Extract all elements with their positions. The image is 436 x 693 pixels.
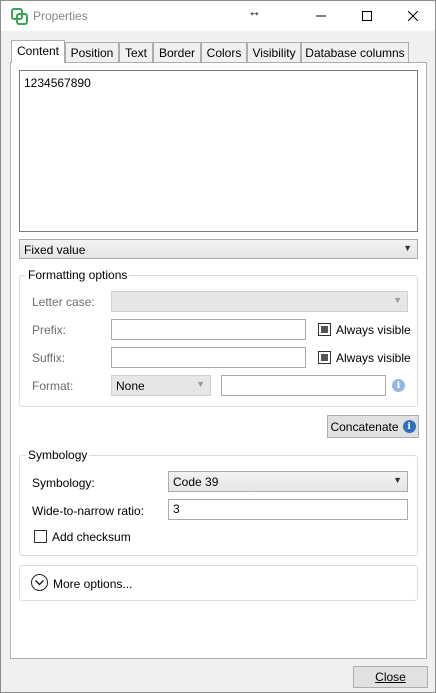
window-title: Properties	[33, 9, 88, 23]
formatting-options-title: Formatting options	[26, 268, 130, 282]
tab-database-columns[interactable]: Database columns	[301, 42, 409, 62]
concatenate-label: Concatenate	[330, 419, 399, 434]
format-label: Format:	[32, 379, 74, 393]
suffix-label: Suffix:	[32, 351, 66, 365]
format-select[interactable]: None ▼	[111, 375, 211, 396]
format-text-input[interactable]	[221, 375, 386, 396]
tab-visibility[interactable]: Visibility	[247, 42, 301, 62]
chevron-down-circle-icon	[31, 574, 48, 591]
prefix-always-visible-label: Always visible	[336, 323, 411, 337]
tab-border[interactable]: Border	[153, 42, 201, 62]
title-bar[interactable]: Properties ↔	[1, 1, 435, 31]
close-icon	[408, 11, 418, 21]
symbology-label: Symbology:	[32, 476, 95, 490]
prefix-input[interactable]	[111, 319, 306, 340]
add-checksum-label: Add checksum	[52, 530, 131, 544]
ratio-label: Wide-to-narrow ratio:	[32, 504, 145, 518]
close-button[interactable]: Close	[353, 666, 428, 688]
symbology-group: Symbology Symbology: Code 39 ▼ Wide-to-n…	[19, 448, 418, 556]
suffix-input[interactable]	[111, 347, 306, 368]
suffix-always-visible-label: Always visible	[336, 351, 411, 365]
concatenate-button[interactable]: Concatenate i	[327, 415, 419, 438]
more-options-panel[interactable]: More options...	[19, 565, 418, 601]
tab-colors[interactable]: Colors	[201, 42, 247, 62]
minimize-icon	[316, 15, 326, 17]
app-logo-icon	[11, 8, 28, 25]
prefix-always-visible-checkbox[interactable]	[318, 323, 331, 336]
close-button-label: Close	[375, 670, 406, 684]
maximize-button[interactable]	[344, 1, 390, 31]
formatting-options-group: Formatting options Letter case: ▼ Prefix…	[19, 268, 418, 407]
resize-cursor-icon: ↔	[248, 4, 261, 19]
symbology-value: Code 39	[173, 475, 219, 489]
letter-case-label: Letter case:	[32, 295, 95, 309]
chevron-down-icon: ▼	[393, 475, 402, 485]
symbology-title: Symbology	[26, 448, 90, 462]
content-source-select[interactable]: Fixed value ▼	[19, 239, 418, 259]
tab-position[interactable]: Position	[65, 42, 119, 62]
close-window-button[interactable]	[390, 1, 436, 31]
letter-case-select[interactable]: ▼	[111, 291, 408, 312]
concatenate-info-icon: i	[402, 420, 416, 433]
format-info-icon[interactable]: i	[392, 379, 405, 392]
format-value: None	[116, 379, 145, 393]
minimize-button[interactable]	[298, 1, 344, 31]
more-options-label: More options...	[53, 577, 133, 591]
tab-text[interactable]: Text	[119, 42, 153, 62]
chevron-down-icon: ▼	[393, 295, 402, 305]
chevron-down-icon: ▼	[403, 243, 412, 253]
ratio-input[interactable]: 3	[168, 499, 408, 520]
properties-window: Properties ↔ Content Position Text Borde…	[0, 0, 436, 693]
content-tab-panel: 1234567890 Fixed value ▼ Formatting opti…	[10, 62, 427, 659]
prefix-label: Prefix:	[32, 323, 67, 337]
suffix-always-visible-checkbox[interactable]	[318, 351, 331, 364]
content-source-value: Fixed value	[24, 243, 86, 257]
add-checksum-checkbox[interactable]	[34, 530, 47, 543]
content-value-textarea[interactable]: 1234567890	[19, 70, 418, 232]
maximize-icon	[362, 11, 372, 21]
tab-content[interactable]: Content	[11, 40, 65, 63]
symbology-select[interactable]: Code 39 ▼	[168, 471, 408, 492]
chevron-down-icon: ▼	[196, 379, 205, 389]
